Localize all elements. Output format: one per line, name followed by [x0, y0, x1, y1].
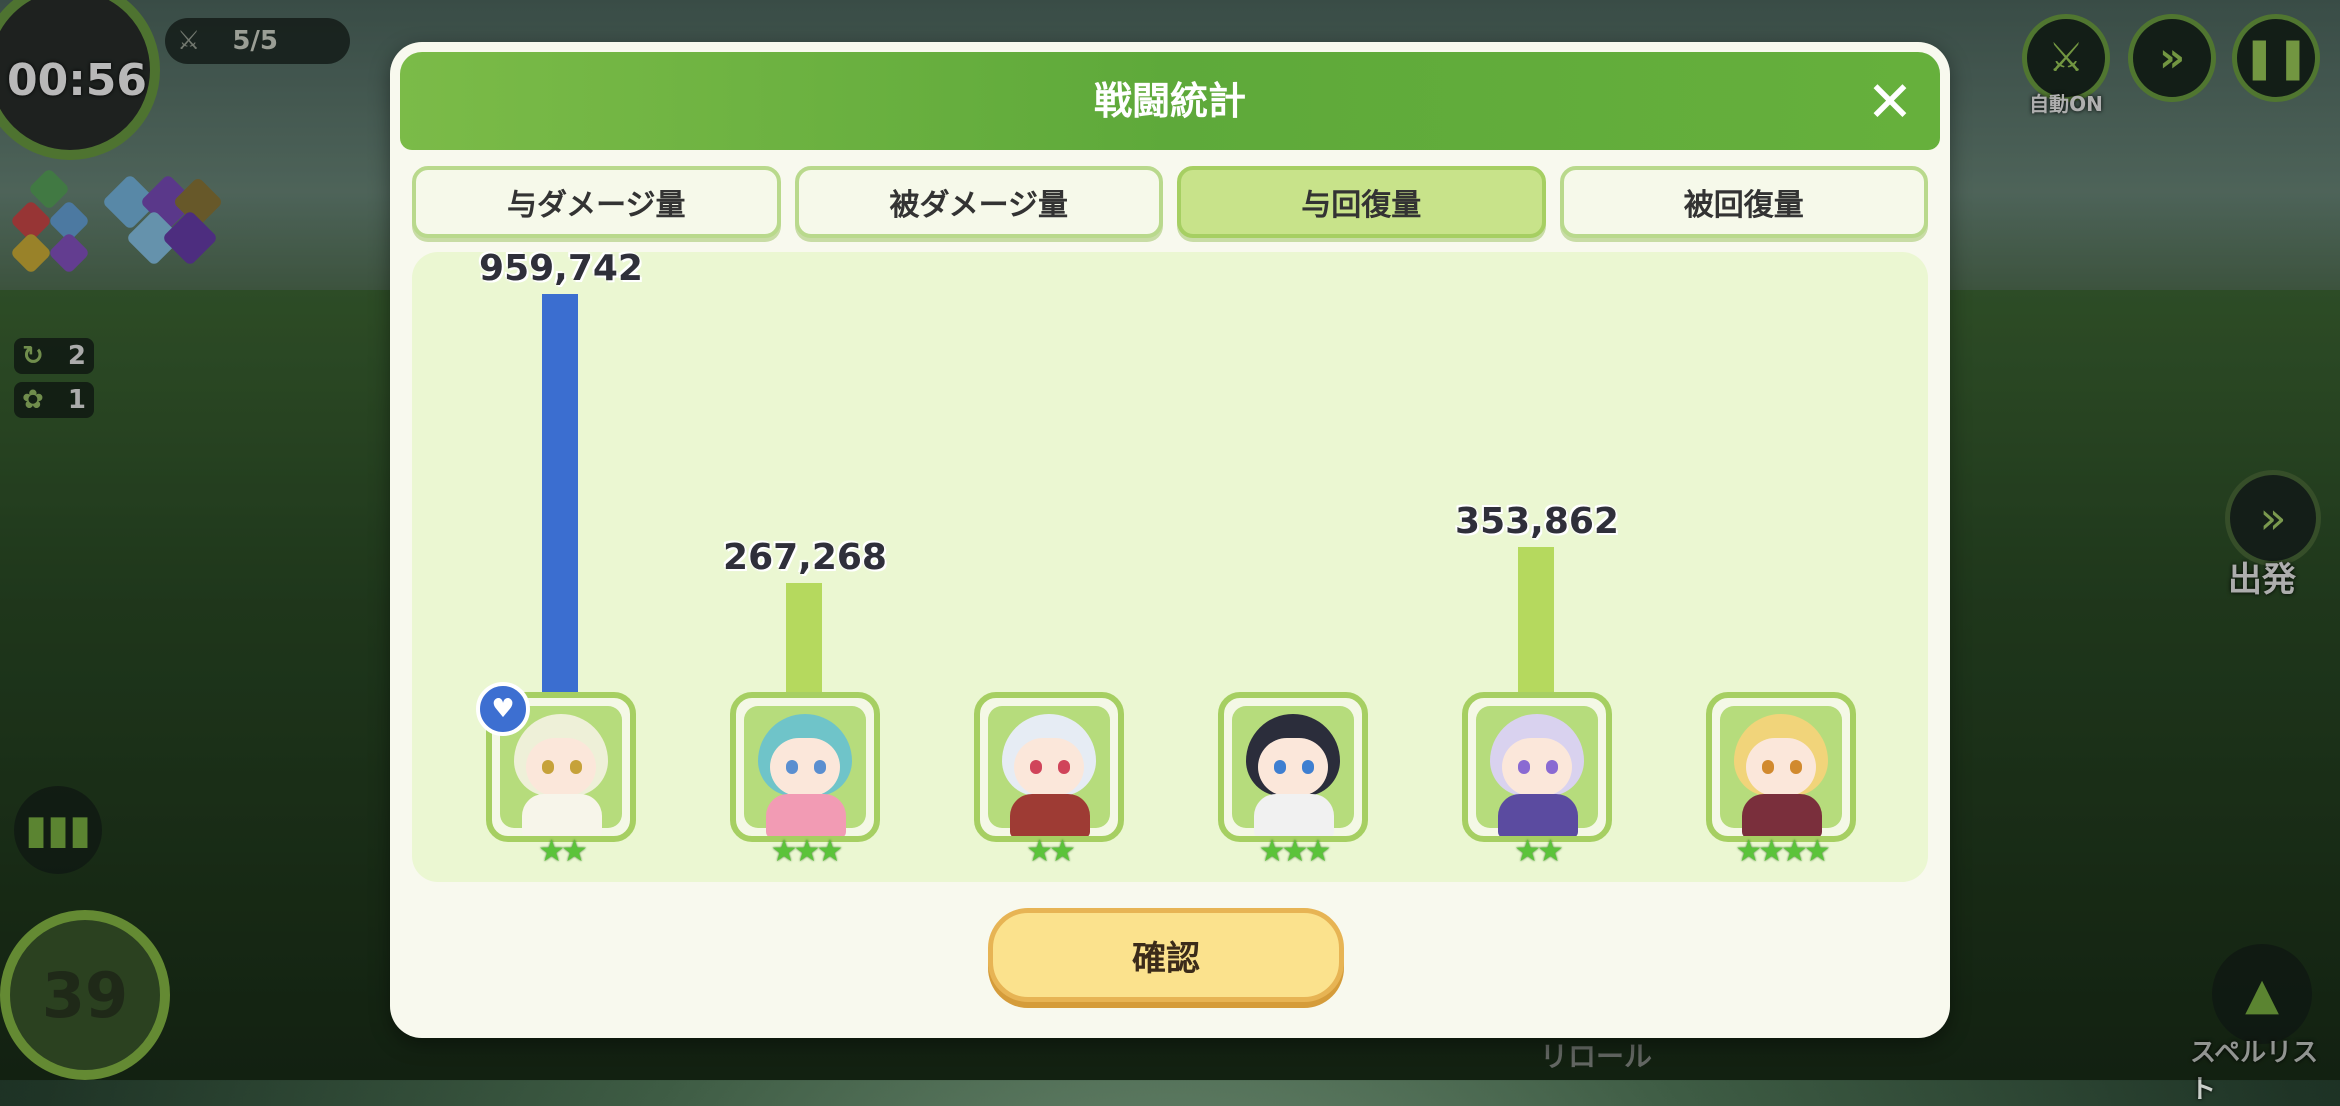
character-body — [1742, 794, 1822, 836]
character-body — [1498, 794, 1578, 836]
dialog-header: 戦闘統計 ✕ — [400, 52, 1940, 150]
star-rating: ★★ — [538, 834, 588, 869]
battle-stats-dialog: 戦闘統計 ✕ 与ダメージ量 被ダメージ量 与回復量 被回復量 959,742 ♥ ★… — [390, 42, 1950, 1038]
character-eye — [1302, 760, 1314, 774]
unit-stat-column: 267,268 ★★★ — [723, 252, 887, 882]
unit-stat-column: 353,862 ★★ — [1455, 252, 1619, 882]
character-eye — [1546, 760, 1558, 774]
confirm-button[interactable]: 確認 — [988, 908, 1344, 1002]
character-face — [1014, 738, 1084, 796]
unit-stat-column: ★★ — [974, 252, 1124, 882]
character-eye — [570, 760, 582, 774]
healing-chart: 959,742 ♥ ★★ 267,268 ★★★ ★★ ★★★ 353,862 ★★ ★★★★ — [412, 248, 1928, 882]
star-rating: ★★★ — [1258, 834, 1332, 869]
character-eye — [1030, 760, 1042, 774]
character-eye — [542, 760, 554, 774]
star-rating: ★★ — [1514, 834, 1564, 869]
character-face — [1502, 738, 1572, 796]
unit-portrait[interactable] — [1218, 692, 1368, 842]
star-rating: ★★★★ — [1735, 834, 1831, 869]
top-healer-badge-icon: ♥ — [476, 682, 530, 736]
character-body — [766, 794, 846, 836]
character-face — [1258, 738, 1328, 796]
healing-value-label: 267,268 — [723, 536, 887, 578]
healing-value-label: 353,862 — [1455, 500, 1619, 542]
character-body — [1010, 794, 1090, 836]
character-eye — [814, 760, 826, 774]
character-body — [1254, 794, 1334, 836]
character-eye — [1518, 760, 1530, 774]
healing-bar — [786, 582, 822, 694]
healing-bar — [542, 294, 578, 694]
tab-healing-received[interactable]: 被回復量 — [1559, 166, 1928, 238]
healing-bar — [1518, 546, 1554, 694]
unit-stat-column: ★★★ — [1218, 252, 1368, 882]
character-eye — [1762, 760, 1774, 774]
unit-stat-column: ★★★★ — [1706, 252, 1856, 882]
character-body — [522, 794, 602, 836]
healing-value-label: 959,742 — [479, 248, 643, 289]
tab-healing-done[interactable]: 与回復量 — [1177, 166, 1546, 238]
star-rating: ★★★ — [770, 834, 844, 869]
character-eye — [786, 760, 798, 774]
close-button[interactable]: ✕ — [1862, 70, 1918, 135]
tab-damage-taken[interactable]: 被ダメージ量 — [794, 166, 1163, 238]
unit-portrait[interactable] — [974, 692, 1124, 842]
unit-portrait[interactable] — [730, 692, 880, 842]
stat-tabs: 与ダメージ量 被ダメージ量 与回復量 被回復量 — [412, 166, 1928, 238]
character-eye — [1274, 760, 1286, 774]
tab-damage-dealt[interactable]: 与ダメージ量 — [412, 166, 781, 238]
dialog-title: 戦闘統計 — [1093, 79, 1246, 123]
unit-portrait[interactable] — [1706, 692, 1856, 842]
star-rating: ★★ — [1026, 834, 1076, 869]
character-face — [770, 738, 840, 796]
character-eye — [1058, 760, 1070, 774]
close-icon: ✕ — [1866, 69, 1914, 135]
character-face — [526, 738, 596, 796]
unit-portrait[interactable] — [1462, 692, 1612, 842]
character-face — [1746, 738, 1816, 796]
character-eye — [1790, 760, 1802, 774]
unit-stat-column: 959,742 ♥ ★★ — [476, 248, 643, 882]
